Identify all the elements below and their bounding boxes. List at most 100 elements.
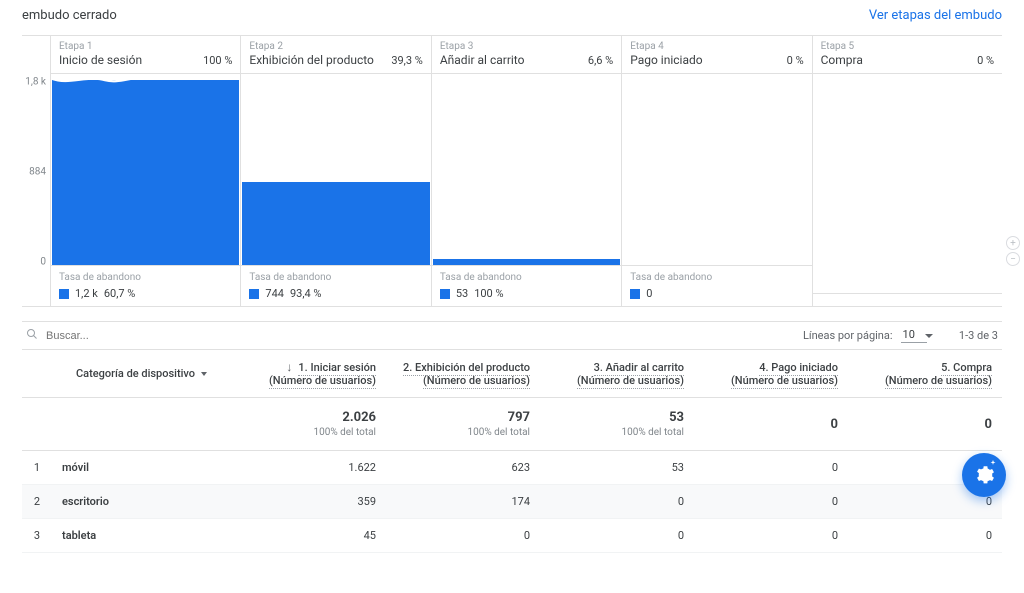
row-index: 2: [22, 485, 52, 519]
funnel-bar: [52, 80, 239, 265]
stage-name: Inicio de sesión: [59, 53, 142, 67]
stage-footer: Tasa de abandono 0: [622, 265, 811, 306]
metric-cell: 53: [540, 451, 694, 485]
stage-index: Etapa 3: [440, 41, 525, 53]
trend-line: [51, 74, 141, 91]
rows-per-page-control: Líneas por página: 10 1-3 de 3: [803, 328, 998, 343]
dimension-header[interactable]: Categoría de dispositivo: [52, 350, 232, 398]
y-axis: 1,8 k 884 0: [22, 36, 50, 306]
abandonment-value: 1,2 k 60,7 %: [59, 287, 232, 300]
metric-cell: 0: [694, 485, 848, 519]
metric-cell: 0: [848, 519, 1002, 553]
dimension-cell: escritorio: [52, 485, 232, 519]
metric-header[interactable]: ↓1. Iniciar sesión(Número de usuarios): [232, 350, 386, 398]
search-icon: [26, 328, 38, 343]
abandonment-label: Tasa de abandono: [59, 272, 232, 283]
metric-header[interactable]: 2. Exhibición del producto(Número de usu…: [386, 350, 540, 398]
metric-header[interactable]: 3. Añadir al carrito(Número de usuarios): [540, 350, 694, 398]
stage-chart-area: [241, 74, 430, 265]
rows-per-page-label: Líneas por página:: [803, 329, 893, 342]
metric-cell: 0: [386, 519, 540, 553]
row-index: 3: [22, 519, 52, 553]
metric-cell: 0: [694, 519, 848, 553]
abandonment-value: 0: [630, 287, 803, 300]
abandonment-count: 1,2 k: [75, 287, 98, 300]
funnel-bar: [433, 259, 620, 265]
abandonment-label: Tasa de abandono: [249, 272, 422, 283]
abandonment-pct: 93,4 %: [290, 287, 322, 300]
stage-header: Etapa 5Compra0 %: [813, 36, 1002, 74]
totals-row: 2.026100% del total797100% del total5310…: [22, 398, 1002, 451]
abandonment-label: Tasa de abandono: [630, 272, 803, 283]
dimension-cell: móvil: [52, 451, 232, 485]
table-row[interactable]: 3tableta450000: [22, 519, 1002, 553]
y-tick: 0: [40, 257, 46, 268]
stage-name: Exhibición del producto: [249, 53, 373, 67]
abandonment-value: 53 100 %: [440, 287, 613, 300]
legend-swatch: [249, 289, 259, 299]
stage-conversion-pct: 0 %: [977, 54, 994, 67]
chevron-down-icon: [201, 372, 207, 376]
stage-header: Etapa 2Exhibición del producto 39,3 %: [241, 36, 430, 74]
metric-cell: 623: [386, 451, 540, 485]
total-cell: 0: [848, 398, 1002, 451]
table-header-row: Categoría de dispositivo ↓1. Iniciar ses…: [22, 350, 1002, 398]
metric-header[interactable]: 5. Compra(Número de usuarios): [848, 350, 1002, 398]
stage-header: Etapa 3Añadir al carrito6,6 %: [432, 36, 621, 74]
stage-footer: Tasa de abandono 744 93,4 %: [241, 265, 430, 306]
insights-fab-button[interactable]: [962, 453, 1006, 497]
abandonment-pct: 60,7 %: [104, 287, 136, 300]
table-search[interactable]: [26, 328, 244, 343]
table-toolbar: Líneas por página: 10 1-3 de 3: [22, 321, 1002, 350]
funnel-bar: [242, 182, 429, 265]
funnel-stage: Etapa 5Compra0 %: [812, 36, 1002, 306]
metric-cell: 0: [540, 519, 694, 553]
legend-swatch: [59, 289, 69, 299]
stage-conversion-pct: 39,3 %: [391, 54, 423, 67]
stage-footer: Tasa de abandono53100 %: [432, 265, 621, 306]
funnel-stage: Etapa 1Inicio de sesión100 % Tasa de aban…: [50, 36, 240, 306]
stage-footer: Tasa de abandono 1,2 k 60,7 %: [51, 265, 240, 306]
row-index: 1: [22, 451, 52, 485]
table-row[interactable]: 1móvil1.6226235300: [22, 451, 1002, 485]
view-funnel-stages-link[interactable]: Ver etapas del embudo: [869, 8, 1002, 23]
metric-cell: 174: [386, 485, 540, 519]
table-row[interactable]: 2escritorio359174000: [22, 485, 1002, 519]
y-tick: 1,8 k: [25, 77, 46, 88]
abandonment-pct: 100 %: [474, 287, 503, 300]
total-cell: 0: [694, 398, 848, 451]
metric-cell: 0: [694, 451, 848, 485]
dimension-cell: tableta: [52, 519, 232, 553]
sparkle-icon: [988, 459, 998, 469]
panel-header: embudo cerrado Ver etapas del embudo: [0, 0, 1024, 35]
y-tick: 884: [29, 167, 46, 178]
data-table-section: Líneas por página: 10 1-3 de 3 Categoría…: [0, 321, 1024, 593]
legend-swatch: [630, 289, 640, 299]
metric-cell: 45: [232, 519, 386, 553]
stage-index: Etapa 2: [249, 41, 373, 53]
metric-header[interactable]: 4. Pago iniciado(Número de usuarios): [694, 350, 848, 398]
stage-chart-area: [432, 74, 621, 265]
zoom-out-button[interactable]: −: [1006, 252, 1020, 266]
metric-cell: 359: [232, 485, 386, 519]
data-table: Categoría de dispositivo ↓1. Iniciar ses…: [22, 350, 1002, 553]
stage-name: Compra: [821, 53, 863, 67]
abandonment-count: 744: [265, 287, 284, 300]
search-input[interactable]: [44, 329, 244, 343]
abandonment-value: 744 93,4 %: [249, 287, 422, 300]
legend-swatch: [440, 289, 450, 299]
row-range: 1-3 de 3: [959, 329, 998, 342]
rows-per-page-select[interactable]: 10: [901, 328, 927, 343]
stage-conversion-pct: 0 %: [787, 54, 804, 67]
stage-name: Añadir al carrito: [440, 53, 525, 67]
stage-header: Etapa 4Pago iniciado0 %: [622, 36, 811, 74]
stage-chart-area: [51, 74, 240, 265]
stage-chart-area: [813, 74, 1002, 293]
total-cell: 797100% del total: [386, 398, 540, 451]
zoom-in-button[interactable]: +: [1006, 236, 1020, 250]
sort-arrow-down-icon: ↓: [286, 360, 292, 374]
abandonment-count: 0: [646, 287, 652, 300]
abandonment-count: 53: [456, 287, 468, 300]
panel-title: embudo cerrado: [22, 8, 117, 23]
stage-header: Etapa 1Inicio de sesión100 %: [51, 36, 240, 74]
